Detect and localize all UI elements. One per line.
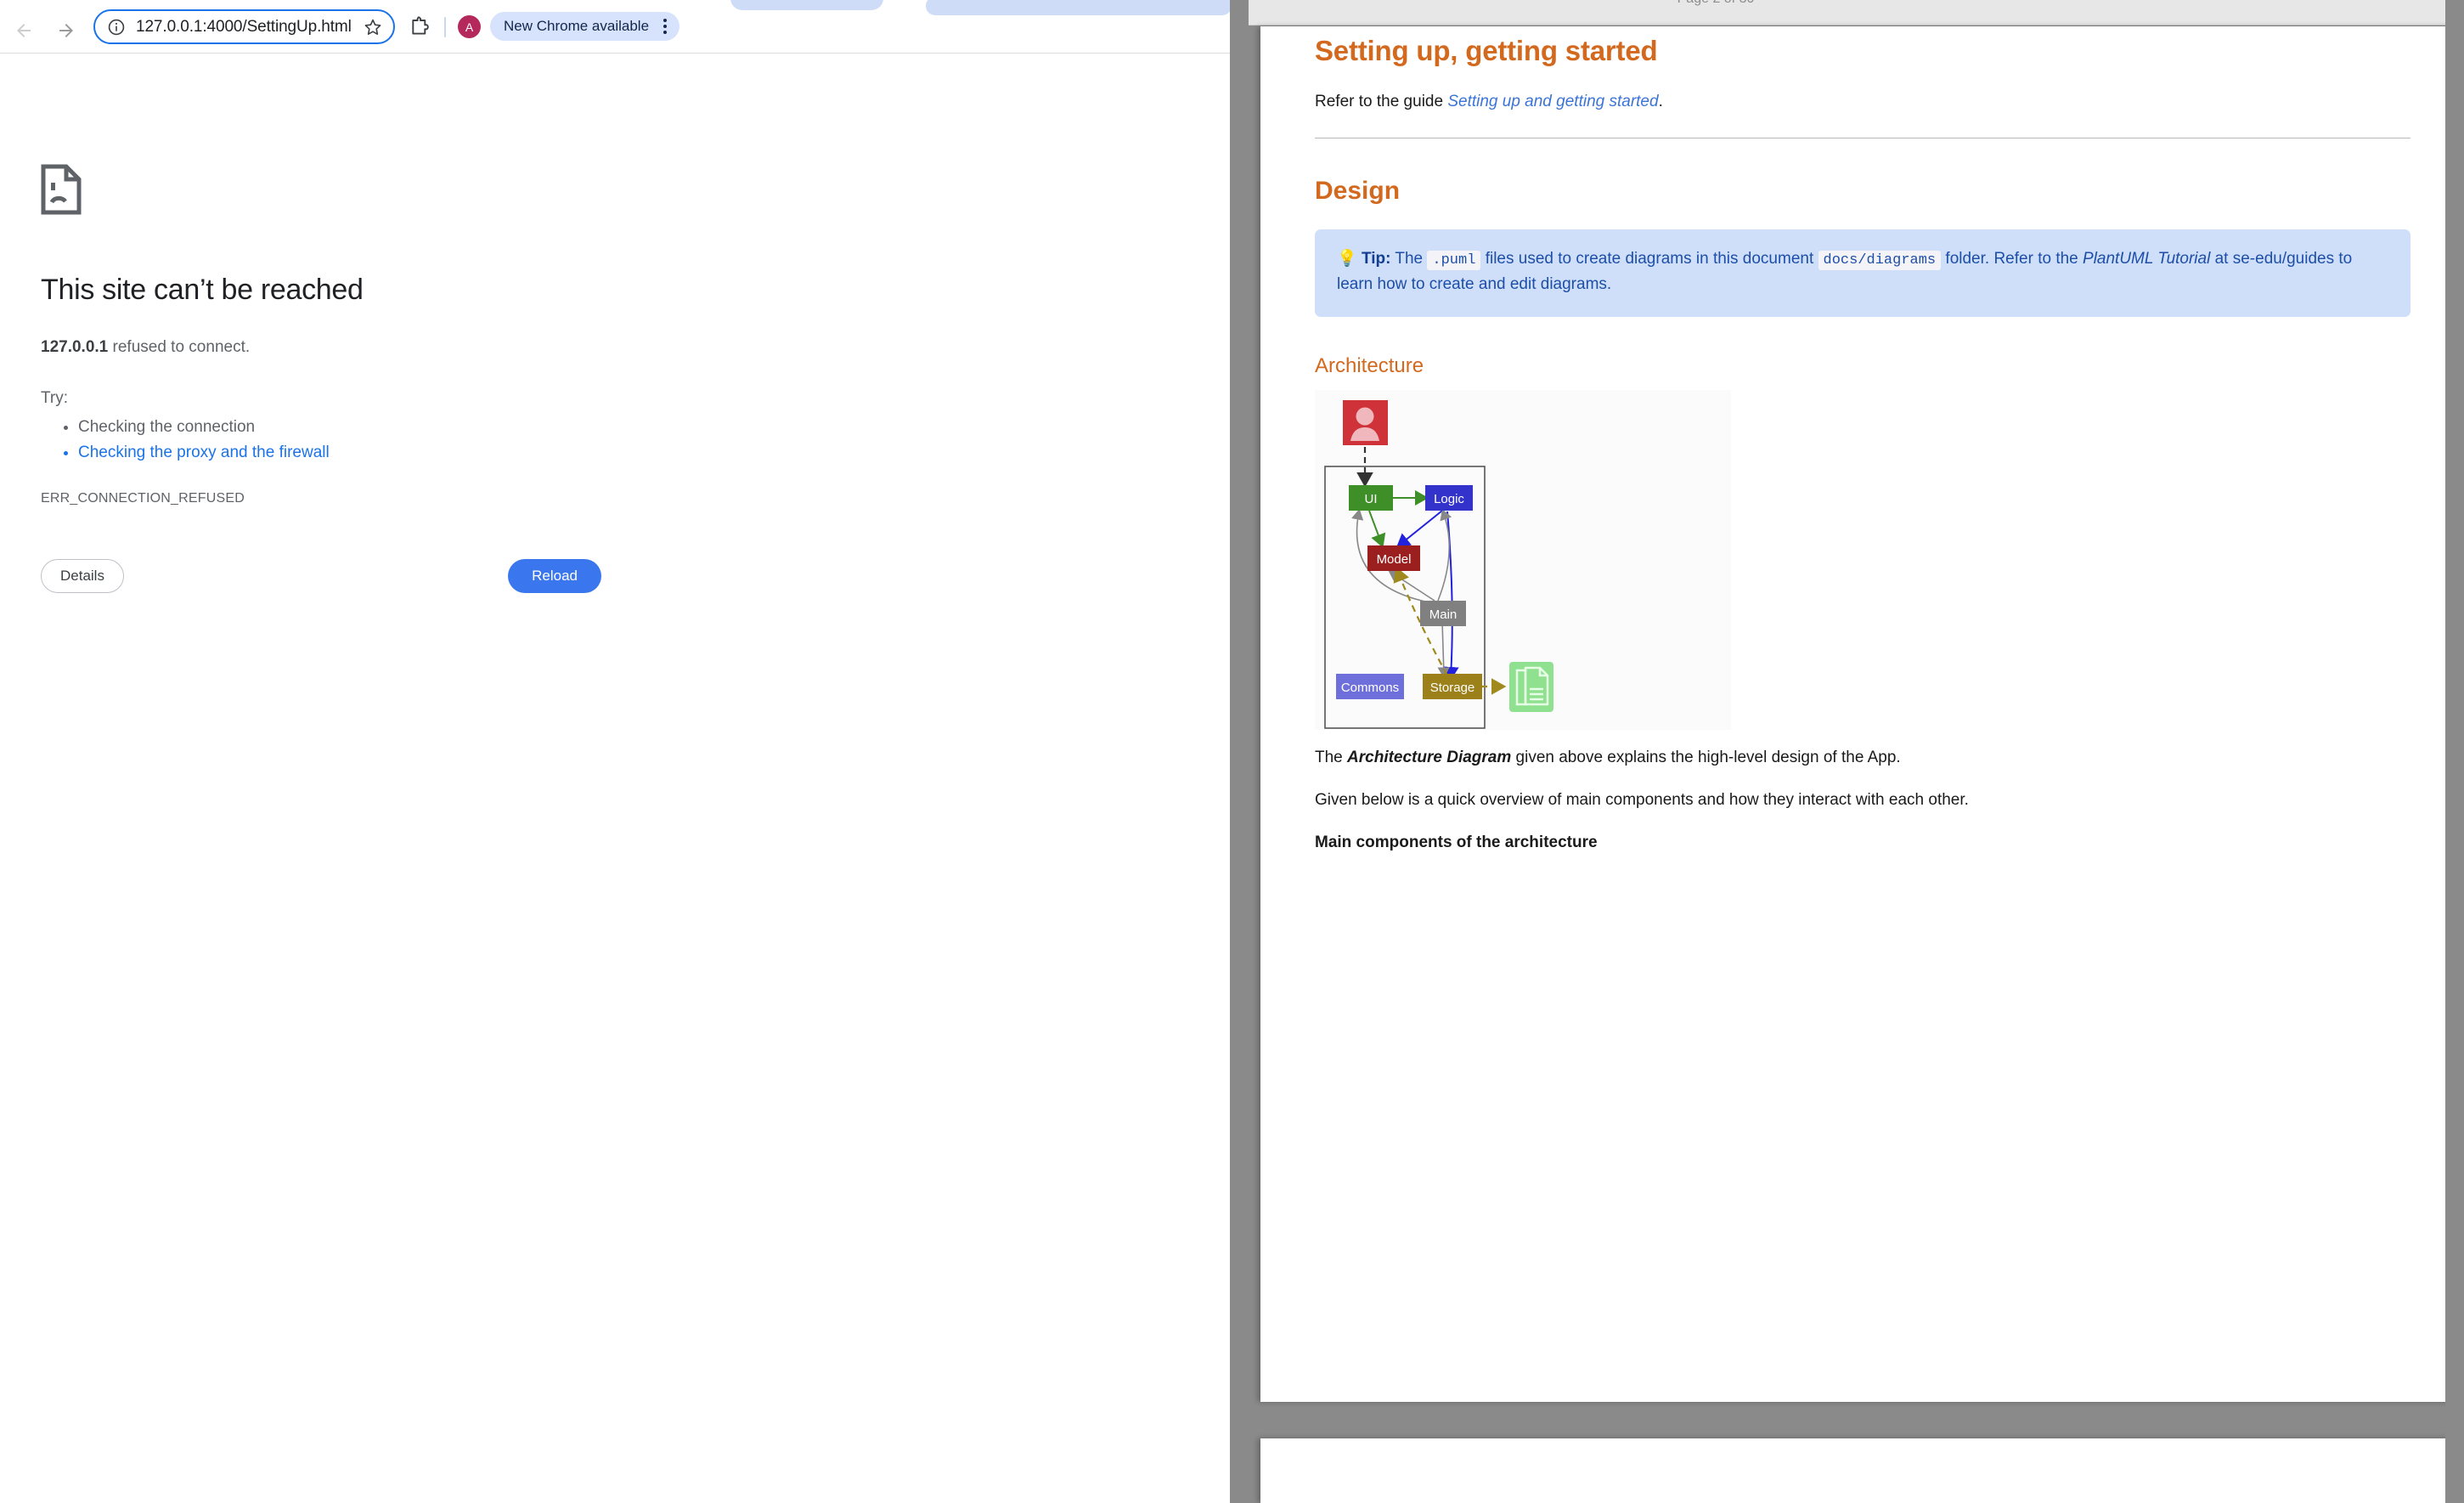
- forward-button[interactable]: [48, 12, 85, 49]
- toolbar-divider: [444, 17, 446, 37]
- diagram-node-main: Main: [1420, 601, 1466, 626]
- suggestion-text: Checking the connection: [78, 418, 255, 436]
- doc-heading-architecture: Architecture: [1315, 354, 2410, 378]
- list-item[interactable]: Checking the proxy and the firewall: [78, 440, 1060, 466]
- svg-text:Logic: Logic: [1434, 492, 1464, 506]
- overview-paragraph: Given below is a quick overview of main …: [1315, 791, 2410, 810]
- svg-text:Main: Main: [1429, 607, 1458, 622]
- lightbulb-icon: 💡: [1337, 250, 1357, 268]
- screenshot-root: 127.0.0.1:4000/SettingUp.html A New Chro…: [0, 0, 2464, 1503]
- error-subtext: 127.0.0.1 refused to connect.: [41, 336, 1060, 360]
- address-bar[interactable]: 127.0.0.1:4000/SettingUp.html: [93, 9, 395, 44]
- diagram-node-ui: UI: [1349, 485, 1393, 511]
- chrome-browser-window: 127.0.0.1:4000/SettingUp.html A New Chro…: [0, 0, 1230, 1503]
- svg-text:UI: UI: [1365, 492, 1378, 506]
- diagram-node-files: [1509, 662, 1553, 712]
- error-host: 127.0.0.1: [41, 338, 108, 356]
- diagram-node-storage: Storage: [1423, 674, 1482, 699]
- pdf-toolbar: Page 2 of 30: [1249, 0, 2464, 25]
- forward-arrow-icon: [56, 20, 76, 41]
- tip-code-puml: .puml: [1427, 251, 1480, 270]
- star-icon[interactable]: [363, 17, 383, 37]
- pdf-page-next: [1260, 1438, 2464, 1503]
- avatar[interactable]: A: [458, 15, 481, 38]
- sad-document-icon: [41, 204, 82, 218]
- tip-text-3: folder. Refer to the: [1941, 250, 2083, 268]
- caption-bold: Architecture Diagram: [1347, 749, 1511, 766]
- list-item: Checking the connection: [78, 415, 1060, 440]
- intro-suffix: .: [1659, 93, 1663, 110]
- details-button[interactable]: Details: [41, 559, 124, 593]
- diagram-node-commons: Commons: [1336, 674, 1404, 699]
- diagram-node-logic: Logic: [1425, 485, 1473, 511]
- caption-prefix: The: [1315, 749, 1347, 766]
- proxy-firewall-link[interactable]: Checking the proxy and the firewall: [78, 444, 330, 461]
- site-info-icon[interactable]: [107, 18, 126, 37]
- components-heading: Main components of the architecture: [1315, 833, 2410, 852]
- error-page: This site can’t be reached 127.0.0.1 ref…: [0, 54, 1230, 1503]
- doc-heading-setting-up: Setting up, getting started: [1315, 35, 2410, 67]
- pdf-scrollbar-track[interactable]: [2445, 0, 2464, 1503]
- suggestion-list: Checking the connection Checking the pro…: [41, 415, 1060, 466]
- doc-intro-paragraph: Refer to the guide Setting up and gettin…: [1315, 90, 2410, 114]
- pdf-page: Setting up, getting started Refer to the…: [1260, 26, 2464, 1402]
- architecture-diagram: UI Logic Model Main: [1315, 390, 1731, 730]
- url-text[interactable]: 127.0.0.1:4000/SettingUp.html: [136, 18, 358, 37]
- document-content: Setting up, getting started Refer to the…: [1315, 26, 2410, 852]
- architecture-caption: The Architecture Diagram given above exp…: [1315, 749, 2410, 767]
- tip-label: Tip:: [1362, 250, 1390, 268]
- reload-page-button[interactable]: Reload: [508, 559, 601, 593]
- try-label: Try:: [41, 389, 1060, 408]
- svg-text:Model: Model: [1377, 552, 1412, 567]
- intro-prefix: Refer to the guide: [1315, 93, 1447, 110]
- error-code: ERR_CONNECTION_REFUSED: [41, 491, 1060, 506]
- back-arrow-icon: [14, 20, 34, 41]
- chrome-update-chip[interactable]: New Chrome available: [490, 12, 679, 41]
- pdf-page-indicator: Page 2 of 30: [1249, 0, 2183, 7]
- back-button[interactable]: [5, 12, 42, 49]
- error-actions: Details Reload: [41, 559, 601, 593]
- three-dot-menu-icon[interactable]: [657, 17, 673, 36]
- tip-code-docs-diagrams: docs/diagrams: [1818, 251, 1942, 270]
- tip-text-2: files used to create diagrams in this do…: [1480, 250, 1818, 268]
- plantuml-tutorial-link[interactable]: PlantUML Tutorial: [2083, 250, 2210, 268]
- setting-up-guide-link[interactable]: Setting up and getting started: [1447, 93, 1658, 110]
- svg-text:Storage: Storage: [1430, 681, 1475, 695]
- tip-text-1: The: [1390, 250, 1427, 268]
- caption-suffix: given above explains the high-level desi…: [1511, 749, 1900, 766]
- page-title: This site can’t be reached: [41, 274, 1060, 307]
- svg-text:Commons: Commons: [1341, 681, 1399, 695]
- error-subtext-rest: refused to connect.: [108, 338, 250, 356]
- doc-heading-design: Design: [1315, 177, 2410, 206]
- diagram-node-user: [1343, 400, 1388, 445]
- diagram-node-model: Model: [1367, 545, 1420, 571]
- pdf-viewer-pane: Page 2 of 30 Setting up, getting started…: [1230, 0, 2464, 1503]
- tip-callout: 💡 Tip: The .puml files used to create di…: [1315, 229, 2410, 318]
- extensions-puzzle-icon[interactable]: [409, 15, 431, 39]
- chrome-update-label: New Chrome available: [504, 18, 649, 35]
